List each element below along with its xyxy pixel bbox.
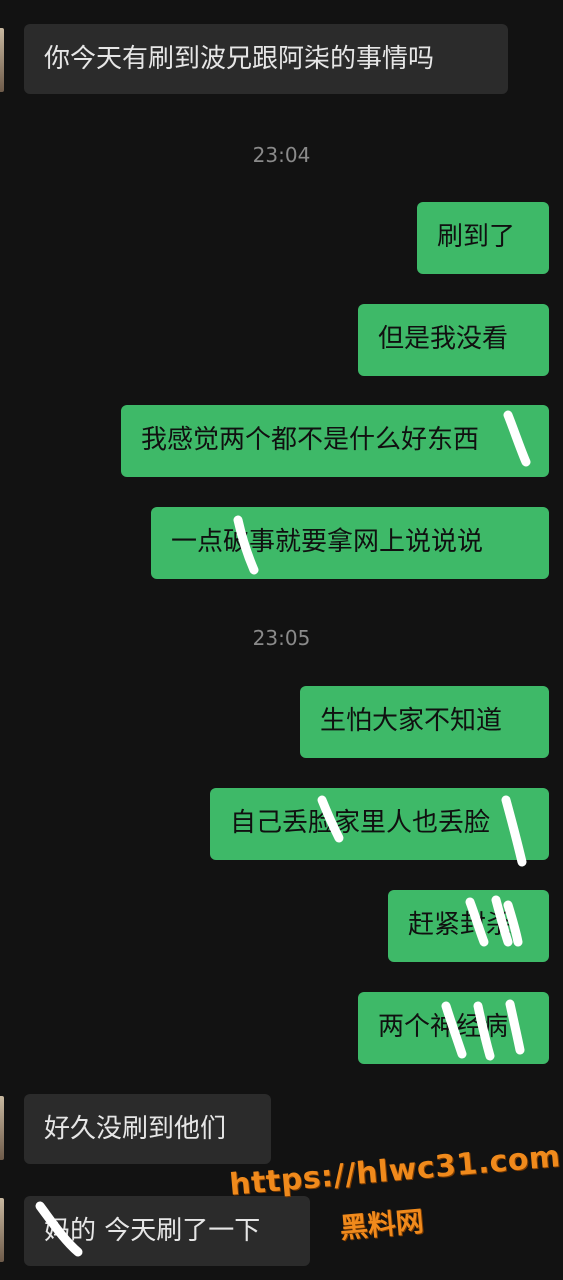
chat-area[interactable]: 你今天有刷到波兄跟阿柒的事情吗 23:04 刷到了 但是我没看 我感觉两个都不是… <box>0 0 563 1280</box>
message-outgoing[interactable]: 自己丢脸家里人也丢脸 <box>210 788 549 860</box>
avatar[interactable] <box>0 28 4 92</box>
message-outgoing[interactable]: 我感觉两个都不是什么好东西 <box>121 405 549 477</box>
avatar[interactable] <box>0 1198 4 1262</box>
timestamp: 23:05 <box>252 626 311 650</box>
message-incoming[interactable]: 妈的 今天刷了一下 <box>24 1196 310 1266</box>
watermark-url: https://hlwc31.com <box>228 1139 563 1203</box>
message-outgoing[interactable]: 赶紧封杀 <box>388 890 549 962</box>
message-incoming[interactable]: 你今天有刷到波兄跟阿柒的事情吗 <box>24 24 508 94</box>
message-outgoing[interactable]: 两个神经病 <box>358 992 549 1064</box>
message-outgoing[interactable]: 刷到了 <box>417 202 549 274</box>
message-incoming[interactable]: 好久没刷到他们 <box>24 1094 271 1164</box>
watermark-name: 黑料网 <box>338 1204 426 1245</box>
message-outgoing[interactable]: 生怕大家不知道 <box>300 686 549 758</box>
timestamp: 23:04 <box>252 143 311 167</box>
message-outgoing[interactable]: 一点破事就要拿网上说说说 <box>151 507 549 579</box>
message-outgoing[interactable]: 但是我没看 <box>358 304 549 376</box>
avatar[interactable] <box>0 1096 4 1160</box>
